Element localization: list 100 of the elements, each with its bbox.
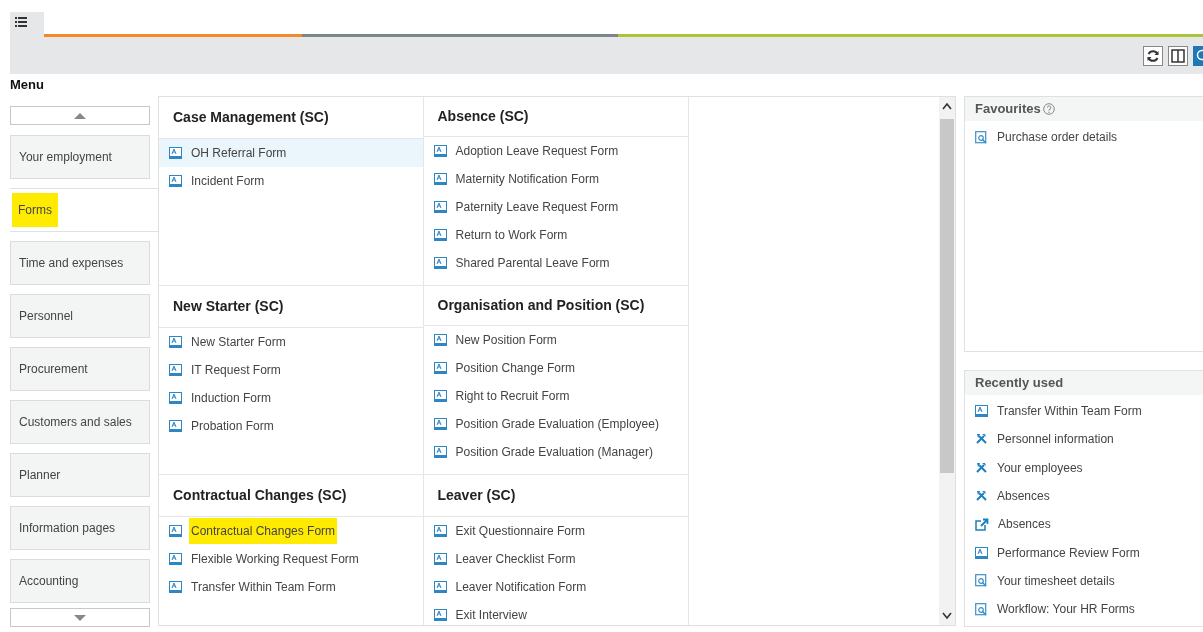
shortcut-link[interactable]: Workflow: Your HR Forms: [965, 595, 1203, 624]
form-icon: [169, 392, 182, 404]
section-heading: Organisation and Position (SC): [437, 296, 645, 315]
form-link[interactable]: Return to Work Form: [423, 221, 688, 249]
form-icon: [433, 553, 447, 565]
form-icon: [169, 553, 182, 565]
menu-item[interactable]: Planner: [10, 453, 150, 497]
menu-item[interactable]: Customers and sales: [10, 400, 150, 444]
form-icon: [433, 173, 447, 185]
refresh-button[interactable]: [1143, 45, 1163, 66]
form-link[interactable]: Flexible Working Request Form: [159, 545, 423, 573]
section-heading: Case Management (SC): [173, 108, 329, 127]
form-link[interactable]: New Position Form: [423, 326, 688, 354]
form-name: Leaver Checklist Form: [455, 551, 576, 568]
menu-item[interactable]: Procurement: [10, 347, 150, 391]
menu-item[interactable]: Personnel: [10, 294, 150, 338]
form-link[interactable]: Paternity Leave Request Form: [423, 193, 688, 221]
form-icon: [433, 609, 447, 621]
form-link[interactable]: Adoption Leave Request Form: [423, 137, 688, 165]
form-name: Leaver Notification Form: [455, 579, 587, 596]
section-heading: Leaver (SC): [437, 486, 516, 505]
section-heading: New Starter (SC): [173, 297, 284, 316]
form-icon: [433, 257, 447, 269]
form-icon: [169, 420, 182, 432]
tools-icon: [975, 461, 988, 474]
document-search-icon: [975, 602, 988, 616]
form-icon: [433, 418, 447, 430]
tools-icon: [975, 490, 988, 503]
form-link[interactable]: Position Change Form: [423, 354, 688, 382]
form-name: OH Referral Form: [191, 145, 287, 162]
scrollbar[interactable]: [939, 97, 955, 625]
form-link[interactable]: Induction Form: [159, 384, 423, 412]
panel-title: Favourites: [975, 100, 1041, 119]
form-link[interactable]: Shared Parental Leave Form: [423, 249, 688, 277]
form-link[interactable]: Probation Form: [159, 412, 423, 440]
panel-title: Recently used: [975, 374, 1064, 393]
form-name: Position Grade Evaluation (Employee): [455, 416, 659, 433]
help-icon: [1042, 103, 1055, 115]
shortcut-link[interactable]: Transfer Within Team Form: [965, 397, 1203, 426]
shortcut-link[interactable]: Personnel information: [965, 425, 1203, 454]
menu-title: Menu: [10, 76, 44, 95]
form-name: Right to Recruit Form: [455, 388, 570, 405]
form-icon: [433, 390, 447, 402]
menu-label: Time and expenses: [19, 255, 124, 272]
form-name: Return to Work Form: [455, 227, 568, 244]
external-link-icon: [975, 517, 989, 531]
form-link[interactable]: Position Grade Evaluation (Manager): [423, 438, 688, 466]
form-link[interactable]: Leaver Notification Form: [423, 573, 688, 601]
shortcut-link[interactable]: Performance Review Form: [965, 538, 1203, 567]
menu-tab[interactable]: [10, 12, 44, 37]
form-link[interactable]: Right to Recruit Form: [423, 382, 688, 410]
shortcut-link[interactable]: Absences: [965, 481, 1203, 511]
menu-item[interactable]: Information pages: [10, 506, 150, 550]
form-icon: [433, 581, 447, 593]
form-icon: [433, 229, 447, 241]
form-name: New Starter Form: [191, 334, 286, 351]
form-icon: [169, 581, 182, 593]
form-name: Exit Questionnaire Form: [455, 523, 585, 540]
menu-label: Personnel: [19, 308, 74, 325]
triangle-up-icon: [74, 112, 86, 119]
form-name: Induction Form: [191, 390, 272, 407]
menu-item[interactable]: Your employment: [10, 135, 150, 179]
form-link[interactable]: Leaver Checklist Form: [423, 545, 688, 573]
form-link[interactable]: Incident Form: [159, 167, 423, 195]
form-icon: [169, 364, 182, 376]
form-link[interactable]: New Starter Form: [159, 328, 423, 356]
document-search-icon: [975, 130, 988, 144]
shortcut-link[interactable]: Purchase order details: [965, 123, 1203, 152]
menu-label: Procurement: [19, 361, 88, 378]
triangle-down-icon: [74, 614, 86, 621]
split-view-button[interactable]: [1168, 45, 1188, 66]
form-name: Maternity Notification Form: [455, 171, 599, 188]
form-link[interactable]: Maternity Notification Form: [423, 165, 688, 193]
shortcut-link[interactable]: Your timesheet details: [965, 566, 1203, 596]
form-icon: [975, 546, 988, 559]
form-icon: [433, 145, 447, 157]
form-link[interactable]: Exit Interview: [423, 601, 688, 625]
form-link[interactable]: OH Referral Form: [159, 139, 423, 167]
form-link[interactable]: Position Grade Evaluation (Employee): [423, 410, 688, 438]
document-search-icon: [975, 574, 988, 588]
shortcut-link[interactable]: Your employees: [965, 453, 1203, 482]
form-icon: [433, 446, 447, 458]
form-icon: [433, 201, 447, 213]
form-icon: [169, 175, 182, 187]
form-link[interactable]: Transfer Within Team Form: [159, 573, 423, 601]
menu-label: Your employment: [19, 149, 112, 166]
form-link[interactable]: Exit Questionnaire Form: [423, 517, 688, 545]
menu-item[interactable]: Time and expenses: [10, 241, 150, 285]
shortcut-link[interactable]: Absences: [965, 510, 1203, 539]
form-name: Paternity Leave Request Form: [455, 199, 619, 216]
form-icon: [433, 334, 447, 346]
form-icon: [169, 147, 182, 159]
form-name: Probation Form: [191, 418, 274, 435]
section-heading: Contractual Changes (SC): [173, 486, 347, 505]
menu-item[interactable]: Accounting: [10, 559, 150, 603]
form-icon: [169, 525, 182, 537]
form-link[interactable]: Contractual Changes Form: [159, 517, 423, 545]
menu-item[interactable]: Forms: [10, 188, 158, 232]
form-link[interactable]: IT Request Form: [159, 356, 423, 384]
form-name: Shared Parental Leave Form: [455, 255, 610, 272]
